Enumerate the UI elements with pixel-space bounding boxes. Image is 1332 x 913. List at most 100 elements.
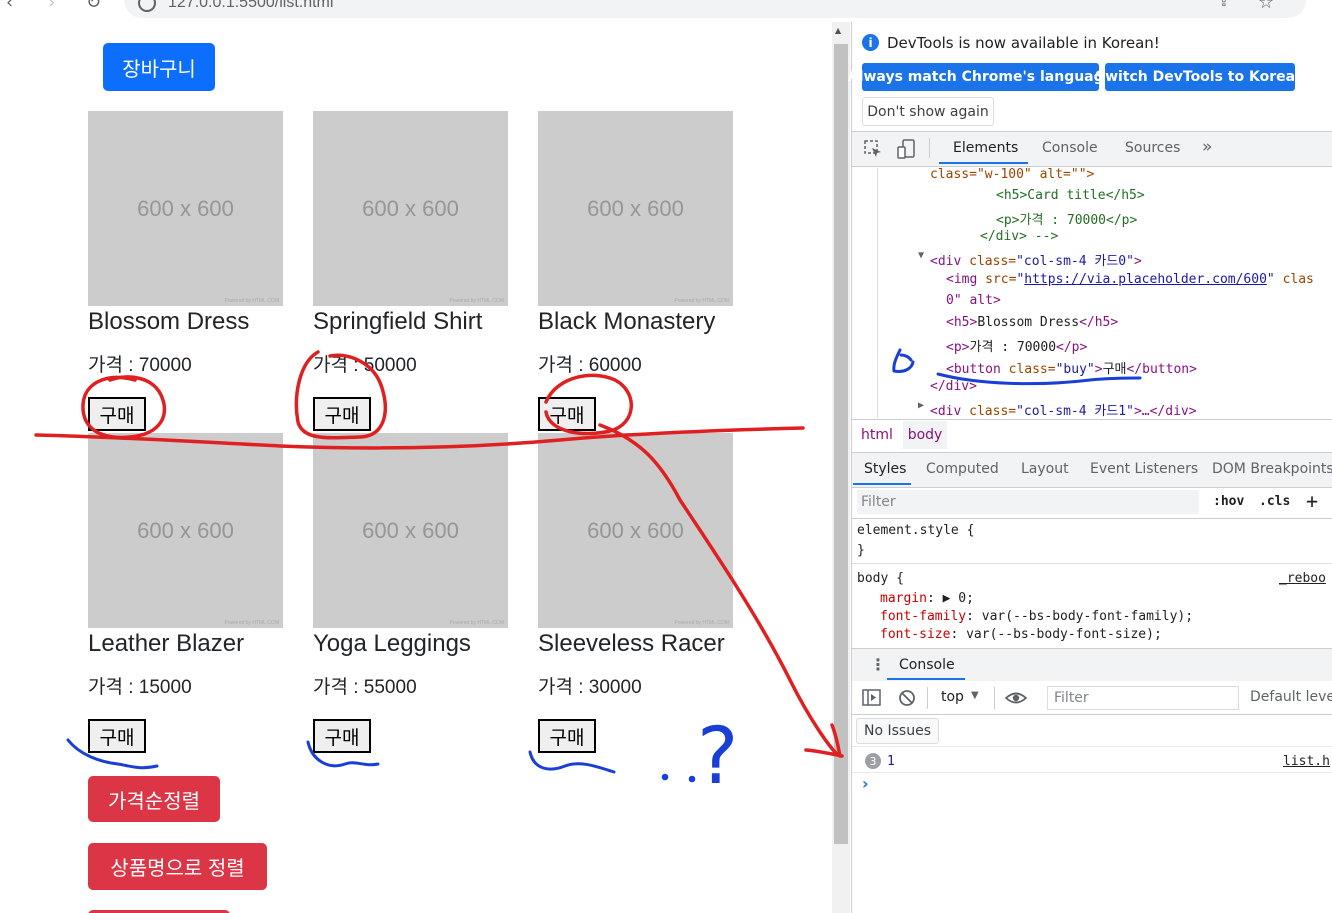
more-tabs-icon[interactable]: »	[1202, 137, 1212, 157]
tab-styles[interactable]: Styles	[864, 461, 906, 477]
product-price: 가격 : 15000	[88, 677, 192, 698]
tab-console[interactable]: Console	[1042, 140, 1098, 156]
log-levels-dropdown[interactable]: Default leve	[1250, 689, 1332, 705]
code-line-div-card1[interactable]: <div class="col-sm-4 카드1">…</div>	[930, 400, 1197, 419]
always-match-language-button[interactable]: Always match Chrome's language	[848, 63, 1113, 91]
stylesheet-link[interactable]: _reboo	[1279, 571, 1326, 586]
buy-button[interactable]: 구매	[538, 719, 596, 753]
product-title: Sleeveless Racer	[538, 630, 725, 657]
info-icon: i	[862, 34, 879, 51]
placeholder-label: 600 x 600	[137, 195, 234, 221]
code-line[interactable]: 0" alt>	[946, 293, 1001, 308]
breadcrumb-body[interactable]: body	[903, 421, 947, 449]
toolbar-separator	[994, 687, 995, 709]
styles-filter-input[interactable]: Filter	[857, 490, 1199, 514]
code-line[interactable]: <h5>Card title</h5>	[996, 188, 1145, 203]
placeholder-credit: Powered by HTML.COM	[674, 620, 729, 626]
code-line[interactable]: <p>가격 : 70000</p>	[996, 209, 1137, 228]
console-prompt-icon[interactable]: ›	[862, 774, 869, 793]
css-declaration[interactable]: font-size: var(--bs-body-font-size);	[880, 627, 1162, 642]
dont-show-again-button[interactable]: Don't show again	[862, 97, 994, 126]
product-image: 600 x 600 Powered by HTML.COM	[313, 433, 508, 628]
no-issues-button[interactable]: No Issues	[856, 718, 939, 744]
tab-computed[interactable]: Computed	[926, 461, 999, 477]
rule-close: }	[857, 543, 865, 558]
tab-event-listeners[interactable]: Event Listeners	[1090, 461, 1198, 477]
code-line-button[interactable]: <button class="buy">구매</button>	[946, 358, 1197, 377]
buy-button[interactable]: 구매	[313, 719, 371, 753]
scroll-up-arrow-icon[interactable]: ▲	[835, 26, 841, 35]
sort-by-name-button[interactable]: 상품명으로 정렬	[88, 843, 267, 890]
placeholder-credit: Powered by HTML.COM	[674, 298, 729, 304]
forward-icon[interactable]: ›	[48, 0, 55, 13]
buy-button[interactable]: 구매	[313, 397, 371, 431]
live-expression-eye-icon[interactable]	[1004, 690, 1028, 706]
buy-button[interactable]: 구매	[88, 397, 146, 431]
tab-sources[interactable]: Sources	[1125, 140, 1180, 156]
hover-state-toggle[interactable]: :hov	[1213, 494, 1244, 509]
context-selector[interactable]: top	[941, 689, 964, 705]
code-line-p[interactable]: <p>가격 : 70000</p>	[946, 336, 1087, 355]
product-price: 가격 : 50000	[313, 355, 417, 376]
product-title: Black Monastery	[538, 308, 716, 335]
placeholder-credit: Powered by HTML.COM	[449, 298, 504, 304]
expand-arrow-icon[interactable]: ▼	[918, 250, 924, 261]
url-text[interactable]: 127.0.0.1:5500/list.html	[168, 0, 333, 12]
new-rule-icon[interactable]: +	[1306, 489, 1318, 513]
code-line[interactable]: class="w-100" alt="">	[930, 167, 1094, 182]
placeholder-label: 600 x 600	[587, 517, 684, 543]
bookmark-star-icon[interactable]: ☆	[1258, 0, 1274, 13]
product-image: 600 x 600 Powered by HTML.COM	[88, 433, 283, 628]
product-price: 가격 : 55000	[313, 677, 417, 698]
cart-button[interactable]: 장바구니	[103, 43, 215, 91]
tab-separator	[929, 138, 930, 158]
body-rule-selector[interactable]: body {	[857, 571, 904, 586]
code-line-h5[interactable]: <h5>Blossom Dress</h5>	[946, 315, 1118, 330]
drawer-menu-icon[interactable]: ⋮	[870, 655, 886, 674]
product-title: Leather Blazer	[88, 630, 245, 657]
code-line[interactable]: </div> -->	[980, 229, 1058, 244]
product-title: Springfield Shirt	[313, 308, 483, 335]
device-toolbar-icon[interactable]	[896, 138, 918, 160]
tab-dom-breakpoints[interactable]: DOM Breakpoints	[1212, 461, 1332, 477]
collapse-arrow-icon[interactable]: ▶	[918, 400, 924, 411]
placeholder-label: 600 x 600	[362, 517, 459, 543]
sidebar-toggle-icon[interactable]	[862, 689, 882, 707]
share-icon[interactable]: ⇪	[1218, 0, 1230, 10]
code-line-div-card0[interactable]: <div class="col-sm-4 카드0">	[930, 250, 1142, 269]
css-declaration[interactable]: font-family: var(--bs-body-font-family);	[880, 609, 1193, 624]
active-tab-indicator	[887, 678, 965, 680]
placeholder-link[interactable]: https://via.placeholder.com/600	[1024, 272, 1267, 287]
active-tab-indicator	[939, 162, 1028, 164]
placeholder-label: 600 x 600	[137, 517, 234, 543]
buy-button[interactable]: 구매	[88, 719, 146, 753]
product-image: 600 x 600 Powered by HTML.COM	[538, 433, 733, 628]
log-source-link[interactable]: list.h	[1283, 754, 1330, 769]
inspect-element-icon[interactable]	[863, 139, 883, 159]
tree-guide	[877, 168, 878, 418]
tab-layout[interactable]: Layout	[1021, 461, 1069, 477]
class-toggle[interactable]: .cls	[1259, 494, 1290, 509]
css-declaration[interactable]: margin: ▶ 0;	[880, 591, 974, 606]
product-image: 600 x 600 Powered by HTML.COM	[88, 111, 283, 306]
back-icon[interactable]: ‹	[6, 0, 13, 13]
scrollbar-thumb[interactable]	[834, 44, 848, 844]
placeholder-credit: Powered by HTML.COM	[224, 620, 279, 626]
toolbar-separator	[927, 687, 928, 709]
sort-by-price-button[interactable]: 가격순정렬	[88, 776, 220, 822]
buy-button[interactable]: 구매	[538, 397, 596, 431]
drawer-tab-console[interactable]: Console	[899, 657, 955, 673]
clear-console-icon[interactable]	[898, 689, 916, 707]
element-style-rule[interactable]: element.style {	[857, 523, 974, 538]
tab-elements[interactable]: Elements	[953, 140, 1018, 156]
chevron-down-icon[interactable]: ▼	[971, 690, 979, 701]
repeat-count-badge: 3	[865, 753, 881, 769]
code-line[interactable]: </div>	[930, 379, 977, 394]
code-line-img[interactable]: <img src="https://via.placeholder.com/60…	[946, 272, 1314, 287]
reload-icon[interactable]: ↻	[86, 0, 101, 13]
breadcrumb-html[interactable]: html	[861, 427, 893, 443]
switch-to-korean-button[interactable]: Switch DevTools to Korean	[1095, 63, 1305, 91]
console-log-value: 1	[887, 754, 895, 769]
placeholder-credit: Powered by HTML.COM	[449, 620, 504, 626]
console-filter-input[interactable]: Filter	[1047, 686, 1239, 710]
